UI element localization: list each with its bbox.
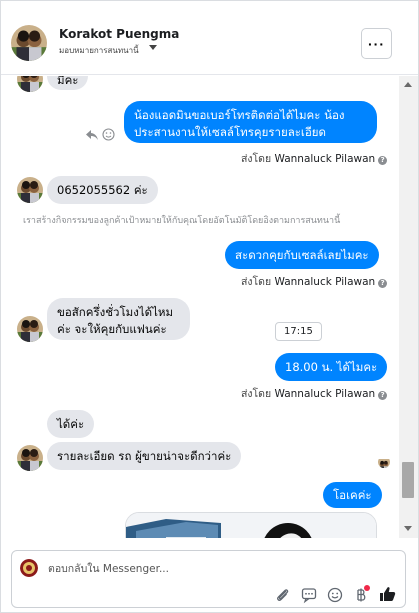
- reply-composer: [11, 550, 406, 608]
- reply-input[interactable]: [48, 561, 348, 577]
- sent-by-label: ส่งโดย Wannaluck Pilawan?: [241, 150, 388, 167]
- caret-down-icon[interactable]: [149, 45, 157, 50]
- info-icon[interactable]: ?: [378, 391, 388, 400]
- scroll-down-icon[interactable]: [404, 526, 412, 531]
- seen-avatar: [378, 456, 390, 468]
- incoming-message: รายละเอียด รถ ผู้ขายน่าจะดีกว่าค่ะ: [47, 442, 242, 470]
- outgoing-message: โอเคค่ะ: [323, 482, 382, 508]
- smile-icon[interactable]: [102, 126, 115, 145]
- sender-avatar: [17, 76, 43, 92]
- sent-by-prefix: ส่งโดย: [241, 153, 272, 165]
- scroll-thumb[interactable]: [402, 462, 414, 498]
- chat-bubble-icon[interactable]: [300, 586, 318, 604]
- sent-by-agent[interactable]: Wannaluck Pilawan: [275, 153, 376, 165]
- assign-conversation-dropdown[interactable]: มอบหมายการสนทนานี้: [59, 44, 139, 57]
- incoming-message: ได้ค่ะ: [47, 410, 95, 438]
- sender-avatar: [17, 316, 43, 342]
- thread-scrollbar[interactable]: [399, 76, 418, 538]
- more-options-button[interactable]: ···: [361, 28, 392, 59]
- scroll-up-icon[interactable]: [404, 82, 412, 87]
- incoming-message: ขอสักครึ่งชั่วโมงได้ไหมค่ะ จะให้คุยกับแฟ…: [47, 298, 190, 340]
- sent-by-prefix: ส่งโดย: [241, 276, 272, 288]
- outgoing-message: สะดวกคุยกับเซลล์เลยไมคะ: [225, 241, 379, 269]
- paperclip-icon[interactable]: [274, 586, 292, 604]
- messenger-window: Korakot Puengma มอบหมายการสนทนานี้ ··· ม…: [0, 0, 419, 613]
- info-icon[interactable]: ?: [378, 279, 388, 288]
- sent-by-agent[interactable]: Wannaluck Pilawan: [275, 388, 376, 400]
- info-icon[interactable]: ?: [378, 156, 388, 165]
- thumbs-up-icon[interactable]: [378, 584, 396, 602]
- outgoing-message: 18.00 น. ได้ไมคะ: [275, 353, 388, 381]
- reply-icon[interactable]: [85, 126, 99, 145]
- baht-icon[interactable]: [352, 585, 370, 604]
- timestamp-tooltip: 17:15: [275, 322, 322, 341]
- contact-name[interactable]: Korakot Puengma: [59, 27, 179, 41]
- image-attachment[interactable]: [125, 512, 377, 538]
- sent-by-agent[interactable]: Wannaluck Pilawan: [275, 276, 376, 288]
- sent-by-label: ส่งโดย Wannaluck Pilawan?: [241, 273, 388, 290]
- contact-avatar[interactable]: [11, 25, 47, 61]
- message-thread: มีคะ น้องแอดมินขอเบอร์โทรติดต่อได้ไมคะ น…: [1, 76, 399, 538]
- sender-avatar: [17, 445, 43, 471]
- more-dots-icon: ···: [368, 35, 385, 52]
- page-logo-icon: [20, 559, 38, 577]
- sender-avatar: [17, 177, 43, 203]
- system-note: เราสร้างกิจกรรมของลูกค้าเป้าหมายให้กับคุ…: [23, 216, 341, 226]
- sent-by-prefix: ส่งโดย: [241, 388, 272, 400]
- emoji-icon[interactable]: [326, 586, 344, 604]
- sent-by-label: ส่งโดย Wannaluck Pilawan?: [241, 385, 388, 402]
- outgoing-message: น้องแอดมินขอเบอร์โทรติดต่อได้ไมคะ น้องปร…: [124, 101, 377, 143]
- conversation-header: Korakot Puengma มอบหมายการสนทนานี้ ···: [1, 1, 418, 75]
- incoming-message: มีคะ: [47, 76, 89, 90]
- incoming-message: 0652055562 ค่ะ: [47, 176, 158, 204]
- notification-dot: [364, 585, 370, 591]
